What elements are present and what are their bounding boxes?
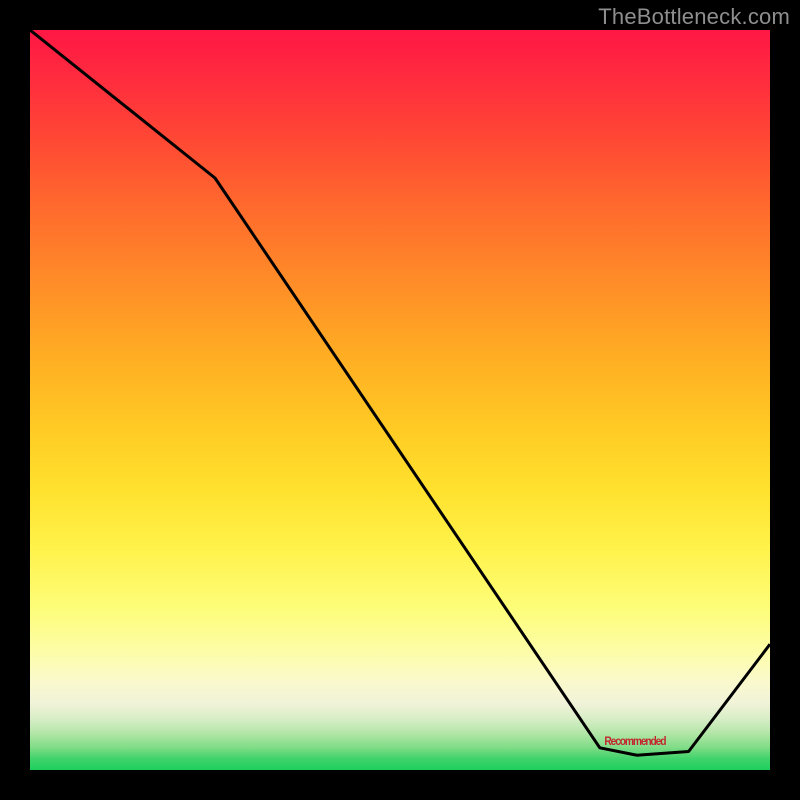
chart-frame: TheBottleneck.com Recommended (0, 0, 800, 800)
data-line (30, 30, 770, 755)
chart-overlay (30, 30, 770, 770)
watermark-text: TheBottleneck.com (598, 4, 790, 30)
recommended-annotation: Recommended (604, 734, 665, 748)
